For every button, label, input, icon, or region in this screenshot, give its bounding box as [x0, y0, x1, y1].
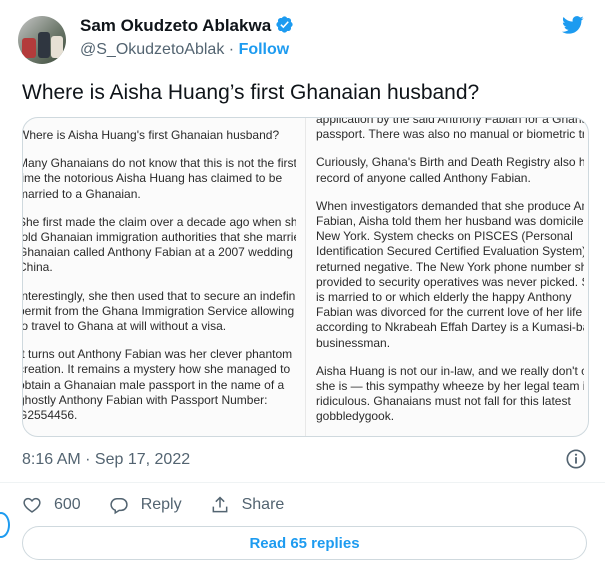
image-text-line: G2554456.	[22, 408, 78, 423]
image-right-column: application by the said Anthony Fabian f…	[316, 117, 584, 436]
like-count: 600	[54, 496, 81, 513]
reply-icon	[110, 498, 128, 515]
image-text-line: gobbledygook.	[316, 409, 395, 424]
share-label: Share	[241, 496, 285, 513]
avatar[interactable]	[18, 16, 66, 64]
image-text-line: time the notorious Aisha Huang has claim…	[22, 171, 283, 186]
image-text-line: is married to or which elderly the happy…	[316, 290, 572, 305]
twitter-bird-icon[interactable]	[560, 14, 586, 36]
image-paragraph: Aisha Huang is not our in-law, and we re…	[316, 364, 584, 425]
image-text-line: Fabian, Aisha told them her husband was …	[316, 214, 584, 229]
reply-label: Reply	[140, 496, 182, 513]
actions-divider	[0, 482, 605, 483]
image-text-line: application by the said Anthony Fabian f…	[316, 117, 584, 126]
image-text-line: When investigators demanded that she pro…	[316, 198, 584, 213]
info-icon[interactable]	[565, 448, 587, 470]
image-text-line: Identification Secured Certified Evaluat…	[316, 244, 584, 259]
image-text-line: record of anyone called Anthony Fabian.	[316, 170, 531, 185]
image-text-line: obtain a Ghanaian male passport in the n…	[22, 377, 285, 392]
image-paragraph: When investigators demanded that she pro…	[316, 199, 584, 351]
share-icon	[212, 496, 228, 513]
reply-button[interactable]: Reply	[109, 495, 182, 515]
image-column-divider	[305, 118, 306, 436]
follow-button[interactable]: Follow	[239, 41, 290, 58]
image-text-line: China.	[23, 260, 53, 275]
image-paragraph: application by the said Anthony Fabian f…	[316, 117, 584, 142]
image-text-line: ridiculous. Ghanaians must not fall for …	[316, 394, 571, 409]
verified-badge-icon	[276, 16, 293, 33]
read-replies-button[interactable]: Read 65 replies	[22, 526, 587, 560]
author-handle-row: @S_OkudzetoAblak · Follow	[80, 40, 289, 60]
image-paragraph: Where is Aisha Huang's first Ghanaian hu…	[22, 128, 296, 143]
image-paragraph: It turns out Anthony Fabian was her clev…	[22, 347, 296, 423]
image-text-line: Curiously, Ghana's Birth and Death Regis…	[316, 155, 584, 170]
image-text-line: passport. There was also no manual or bi…	[316, 127, 584, 142]
image-left-column: Where is Aisha Huang's first Ghanaian hu…	[22, 128, 296, 436]
tweet-image[interactable]: Where is Aisha Huang's first Ghanaian hu…	[22, 117, 589, 437]
image-text-line: told Ghanaian immigration authorities th…	[22, 230, 296, 245]
image-text-line: Where is Aisha Huang's first Ghanaian hu…	[22, 128, 280, 142]
image-paragraph: She first made the claim over a decade a…	[22, 214, 296, 276]
image-text-line: creation. It remains a mystery how she m…	[22, 362, 291, 377]
image-text-line: New York. System checks on PISCES (Perso…	[316, 229, 573, 244]
tweet-actions: 600 Reply Share	[22, 492, 312, 518]
image-text-line: permit from the Ghana Immigration Servic…	[22, 303, 296, 318]
image-text-line: returned negative. The New York phone nu…	[316, 259, 584, 274]
image-text-line: ghostly Anthony Fabian with Passport Num…	[22, 392, 268, 407]
image-text-line: Aisha Huang is not our in-law, and we re…	[316, 363, 584, 378]
like-button[interactable]: 600	[22, 495, 81, 515]
image-text-line: Ghanaian called Anthony Fabian at a 2007…	[22, 245, 296, 260]
image-text-line: according to Nkrabeah Effah Dartey is a …	[316, 320, 584, 335]
image-text-line: married to a Ghanaian.	[22, 186, 141, 201]
tweet-text: Where is Aisha Huang’s first Ghanaian hu…	[22, 81, 480, 104]
image-text-line: Fabian was divorced for the current love…	[316, 305, 584, 320]
image-text-line: she is — this sympathy wheeze by her leg…	[316, 379, 584, 394]
heart-icon	[23, 497, 41, 513]
image-paragraph: Curiously, Ghana's Birth and Death Regis…	[316, 155, 584, 185]
image-text-line: It turns out Anthony Fabian was her clev…	[22, 347, 293, 362]
tweet-timestamp[interactable]: 8:16 AM · Sep 17, 2022	[22, 451, 190, 469]
image-text-line: provided to security operatives was neve…	[316, 274, 584, 289]
author-name[interactable]: Sam Okudzeto Ablakwa	[80, 16, 271, 35]
author-name-row[interactable]: Sam Okudzeto Ablakwa	[80, 15, 294, 37]
author-handle[interactable]: @S_OkudzetoAblak	[80, 41, 224, 58]
image-text-line: Many Ghanaians do not know that this is …	[22, 156, 296, 171]
image-paragraph: Many Ghanaians do not know that this is …	[22, 156, 296, 202]
image-paragraph: Interestingly, she then used that to sec…	[22, 288, 296, 335]
edge-focus-ring	[0, 512, 10, 538]
image-text-line: businessman.	[316, 335, 391, 350]
share-button[interactable]: Share	[210, 495, 285, 515]
image-text-line: Interestingly, she then used that to sec…	[22, 288, 296, 303]
handle-separator: ·	[228, 41, 235, 58]
image-text-line: to travel to Ghana at will without a vis…	[22, 319, 227, 334]
image-text-line: She first made the claim over a decade a…	[22, 214, 296, 229]
